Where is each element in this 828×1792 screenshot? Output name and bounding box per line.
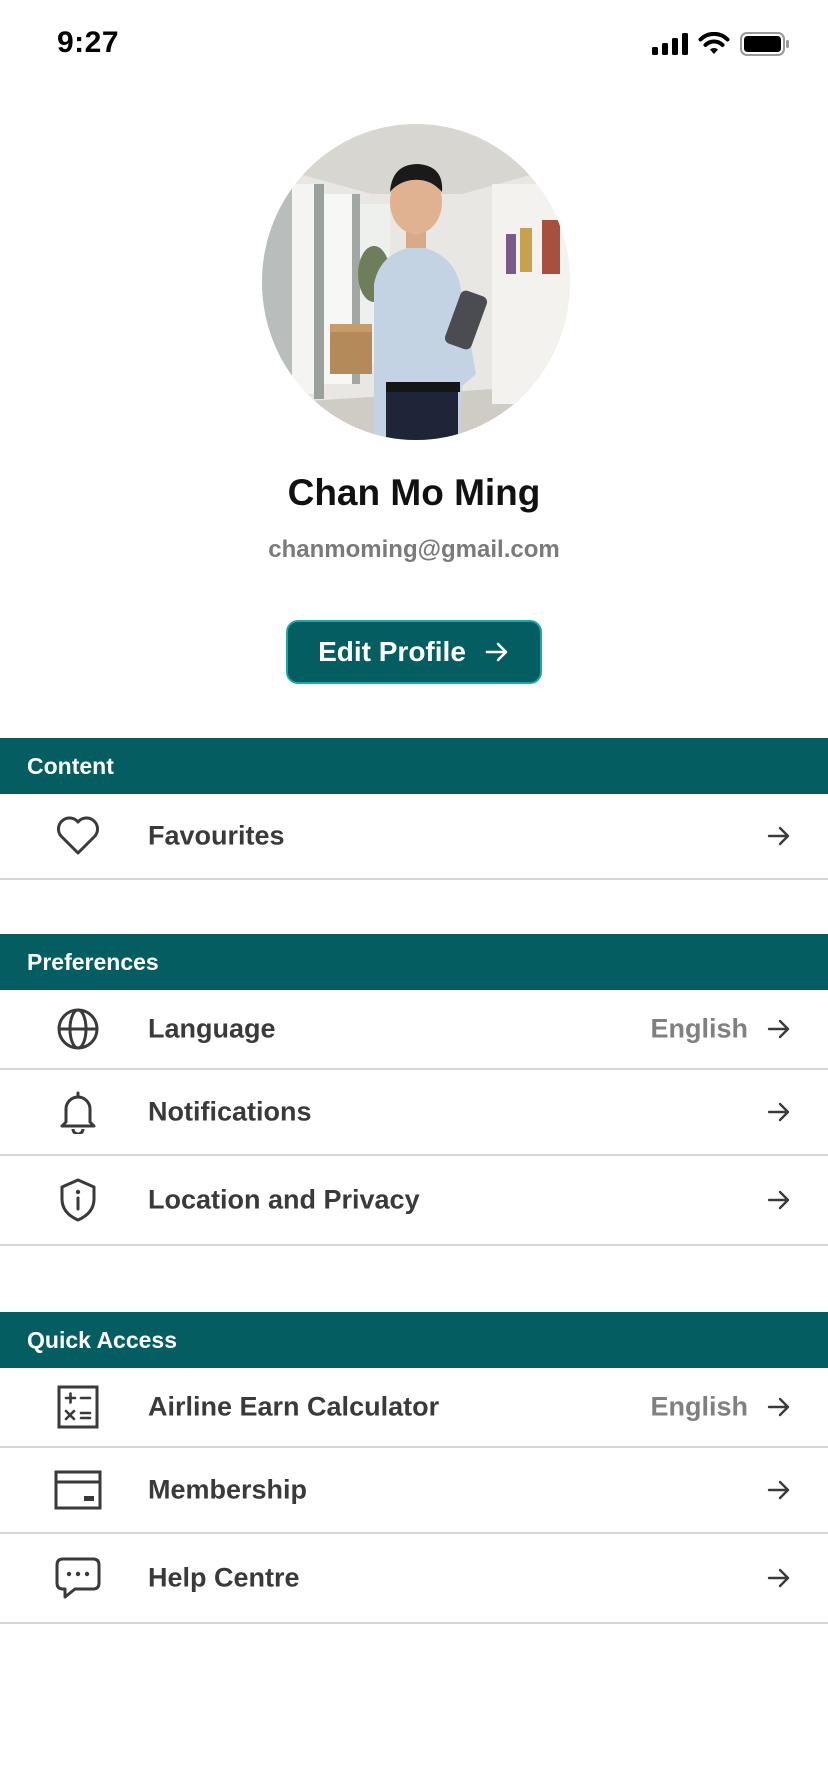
section-header-quick-access: Quick Access: [0, 1312, 828, 1368]
list-item-label: Help Centre: [148, 1562, 300, 1593]
arrow-right-icon: [767, 1568, 790, 1588]
list-item-location-privacy[interactable]: Location and Privacy: [0, 1156, 828, 1246]
shield-info-icon: [53, 1175, 103, 1225]
list-item-label: Membership: [148, 1474, 308, 1505]
wifi-icon: [698, 32, 730, 54]
arrow-right-icon: [767, 1102, 790, 1122]
list-item-label: Airline Earn Calculator: [148, 1391, 440, 1422]
status-time: 9:27: [57, 26, 120, 59]
status-bar: 9:27: [0, 0, 828, 90]
arrow-right-icon: [767, 1019, 790, 1039]
list-item-airline-earn-calculator[interactable]: Airline Earn Calculator English: [0, 1368, 828, 1448]
battery-icon: [740, 32, 789, 56]
section-title: Preferences: [27, 948, 159, 975]
list-item-favourites[interactable]: Favourites: [0, 794, 828, 880]
arrow-right-icon: [485, 642, 508, 662]
list-item-label: Location and Privacy: [148, 1184, 420, 1215]
status-icons: [652, 32, 790, 56]
heart-icon: [53, 811, 103, 861]
profile-avatar: [262, 124, 570, 440]
list-item-label: Favourites: [148, 820, 285, 851]
section-header-preferences: Preferences: [0, 934, 828, 990]
edit-profile-label: Edit Profile: [318, 636, 466, 667]
profile-email: chanmoming@gmail.com: [268, 536, 560, 563]
bell-icon: [53, 1087, 103, 1137]
calculator-icon: [53, 1382, 103, 1432]
edit-profile-button[interactable]: Edit Profile: [286, 620, 542, 684]
section-header-content: Content: [0, 738, 828, 794]
globe-icon: [53, 1004, 103, 1054]
section-title: Content: [27, 752, 114, 779]
cellular-signal-icon: [652, 33, 688, 55]
list-item-membership[interactable]: Membership: [0, 1448, 828, 1534]
card-icon: [53, 1465, 103, 1515]
arrow-right-icon: [767, 826, 790, 846]
chat-bubble-icon: [53, 1553, 103, 1603]
calculator-value: English: [650, 1391, 748, 1422]
language-value: English: [650, 1013, 748, 1044]
list-item-label: Notifications: [148, 1096, 312, 1127]
arrow-right-icon: [767, 1397, 790, 1417]
list-item-help-centre[interactable]: Help Centre: [0, 1534, 828, 1624]
section-title: Quick Access: [27, 1326, 178, 1353]
list-item-language[interactable]: Language English: [0, 990, 828, 1070]
arrow-right-icon: [767, 1190, 790, 1210]
list-item-label: Language: [148, 1013, 276, 1044]
list-item-notifications[interactable]: Notifications: [0, 1070, 828, 1156]
profile-name: Chan Mo Ming: [287, 472, 541, 513]
arrow-right-icon: [767, 1480, 790, 1500]
